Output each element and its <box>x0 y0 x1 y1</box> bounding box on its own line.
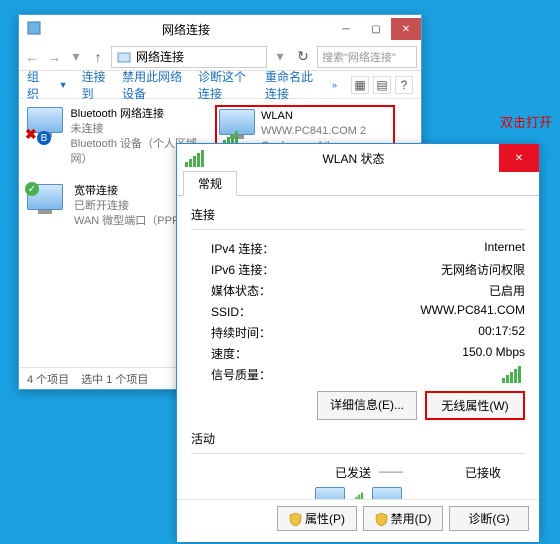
maximize-button[interactable]: ▢ <box>361 18 391 40</box>
overflow-icon[interactable]: » <box>332 80 337 90</box>
duration-label: 持续时间： <box>211 324 311 341</box>
up-button[interactable]: ↑ <box>89 48 107 66</box>
back-button[interactable]: ← <box>23 48 41 66</box>
ipv4-value: Internet <box>484 240 525 257</box>
annotation-label: 双击打开 <box>500 112 552 131</box>
disable-device-cmd[interactable]: 禁用此网络设备 <box>122 68 184 102</box>
refresh-button[interactable]: ↻ <box>293 48 313 66</box>
close-button[interactable]: ✕ <box>391 18 421 40</box>
connection-group-label: 连接 <box>191 206 525 223</box>
dialog-title: WLAN 状态 <box>208 150 499 167</box>
signal-icon <box>185 150 204 167</box>
conn-status: WWW.PC841.COM 2 <box>261 124 391 139</box>
rename-cmd[interactable]: 重命名此连接 <box>265 68 318 102</box>
conn-status: 未连接 <box>70 122 203 137</box>
speed-label: 速度： <box>211 345 311 362</box>
control-panel-icon <box>27 21 41 38</box>
window-title: 网络连接 <box>41 21 331 38</box>
disconnected-x-icon: ✖ <box>25 126 37 143</box>
diagnose-button[interactable]: 诊断(G) <box>449 506 529 531</box>
view-details-icon[interactable]: ▤ <box>373 76 391 94</box>
duration-value: 00:17:52 <box>478 324 525 341</box>
diagnose-cmd[interactable]: 诊断这个连接 <box>198 68 251 102</box>
wireless-properties-button[interactable]: 无线属性(W) <box>425 391 525 420</box>
command-bar: 组织▼ 连接到 禁用此网络设备 诊断这个连接 重命名此连接 » ▦ ▤ ? <box>19 71 421 99</box>
dropdown-icon[interactable]: ▾ <box>271 48 289 66</box>
bluetooth-icon: ✖ B <box>27 107 64 145</box>
minimize-button[interactable]: ─ <box>331 18 361 40</box>
breadcrumb-text: 网络连接 <box>136 48 184 65</box>
recv-header: 已接收 <box>411 464 501 481</box>
tab-strip: 常规 <box>177 172 539 196</box>
ssid-label: SSID： <box>211 303 311 320</box>
selected-count: 选中 1 个项目 <box>81 371 148 387</box>
wlan-status-dialog: WLAN 状态 ✕ 常规 连接 IPv4 连接： Internet IPv6 连接… <box>176 143 540 538</box>
organize-menu[interactable]: 组织 <box>27 68 45 102</box>
details-button[interactable]: 详细信息(E)... <box>317 391 417 420</box>
connect-to-cmd[interactable]: 连接到 <box>82 68 109 102</box>
conn-name: WLAN <box>261 109 391 124</box>
bluetooth-badge-icon: B <box>37 131 51 145</box>
dialog-close-button[interactable]: ✕ <box>499 144 539 172</box>
signal-quality-label: 信号质量： <box>211 366 311 383</box>
location-icon <box>116 49 132 65</box>
recent-dropdown[interactable]: ▾ <box>67 48 85 66</box>
ssid-value: WWW.PC841.COM <box>420 303 525 320</box>
wlan-icon <box>219 109 255 147</box>
ipv6-label: IPv6 连接： <box>211 261 311 278</box>
dialog-body: 连接 IPv4 连接： Internet IPv6 连接： 无网络访问权限 媒体状态… <box>177 196 539 542</box>
conn-name: Bluetooth 网络连接 <box>70 107 203 122</box>
media-label: 媒体状态： <box>211 282 311 299</box>
dialog-titlebar: WLAN 状态 ✕ <box>177 144 539 172</box>
speed-value: 150.0 Mbps <box>462 345 525 362</box>
ipv6-value: 无网络访问权限 <box>441 261 525 278</box>
properties-button[interactable]: 属性(P) <box>277 506 357 531</box>
signal-quality-icon <box>502 366 521 383</box>
help-icon[interactable]: ? <box>395 76 413 94</box>
sent-header: 已发送 <box>281 464 371 481</box>
titlebar: 网络连接 ─ ▢ ✕ <box>19 15 421 43</box>
breadcrumb[interactable]: 网络连接 <box>111 46 267 68</box>
tab-general[interactable]: 常规 <box>183 171 237 196</box>
activity-group-label: 活动 <box>191 430 525 447</box>
item-count: 4 个项目 <box>27 371 69 387</box>
media-value: 已启用 <box>489 282 525 299</box>
view-tiles-icon[interactable]: ▦ <box>351 76 369 94</box>
ipv4-label: IPv4 连接： <box>211 240 311 257</box>
disable-button[interactable]: 禁用(D) <box>363 506 443 531</box>
dialog-footer: 属性(P) 禁用(D) 诊断(G) <box>177 499 539 537</box>
forward-button[interactable]: → <box>45 48 63 66</box>
search-input[interactable]: 搜索"网络连接" <box>317 46 417 68</box>
broadband-icon: ✓ <box>27 184 68 222</box>
